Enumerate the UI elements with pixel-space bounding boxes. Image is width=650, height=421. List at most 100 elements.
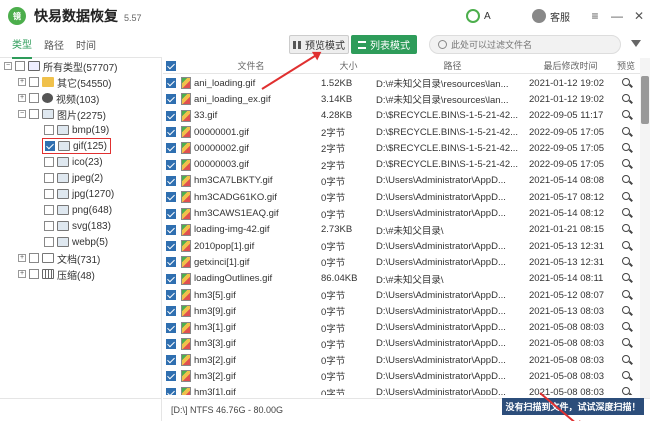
row-checkbox-cell[interactable]: [163, 355, 181, 366]
checkbox[interactable]: [44, 221, 54, 231]
tree-item-svg[interactable]: svg(183): [44, 218, 111, 234]
row-checkbox-cell[interactable]: [163, 192, 181, 203]
user-icon[interactable]: [466, 9, 480, 23]
close-icon[interactable]: ✕: [628, 9, 650, 23]
preview-button[interactable]: [612, 77, 640, 89]
checkbox[interactable]: [15, 61, 25, 71]
row-checkbox-cell[interactable]: [163, 241, 181, 252]
row-checkbox-cell[interactable]: [163, 224, 181, 235]
preview-button[interactable]: [612, 175, 640, 186]
scrollbar[interactable]: [640, 58, 650, 398]
row-checkbox-cell[interactable]: [163, 208, 181, 219]
checkbox[interactable]: [44, 173, 54, 183]
search-input[interactable]: [451, 39, 611, 50]
preview-button[interactable]: [612, 191, 640, 203]
collapse-icon[interactable]: −: [4, 62, 12, 70]
table-row[interactable]: hm3CAWS1EAQ.gif 0字节 D:\Users\Administrator…: [163, 205, 640, 221]
table-row[interactable]: loadingOutlines.gif 86.04KB D:\#未知父目录\ 2021…: [163, 271, 640, 287]
preview-button[interactable]: [612, 256, 640, 268]
table-row[interactable]: 00000001.gif 2字节 D:\$RECYCLE.BIN\S-1-5-21-…: [163, 124, 640, 140]
preview-button[interactable]: [612, 126, 640, 138]
row-checkbox-cell[interactable]: [163, 127, 181, 138]
row-checkbox-cell[interactable]: [163, 387, 181, 395]
table-row[interactable]: ani_loading_ex.gif 3.14KB D:\#未知父目录\resour…: [163, 91, 640, 107]
collapse-icon[interactable]: −: [18, 110, 26, 118]
preview-button[interactable]: [612, 142, 640, 154]
column-date[interactable]: 最后修改时间: [529, 59, 612, 72]
row-checkbox-cell[interactable]: [163, 257, 181, 268]
expand-icon[interactable]: +: [18, 254, 26, 262]
checkbox-checked[interactable]: [165, 290, 176, 300]
tree-item-other[interactable]: + 其它(54550): [18, 74, 111, 90]
select-all[interactable]: [163, 60, 181, 71]
row-checkbox-cell[interactable]: [163, 159, 181, 170]
checkbox-checked[interactable]: [165, 371, 176, 382]
checkbox[interactable]: [44, 125, 54, 135]
tab-type[interactable]: 类型: [12, 30, 32, 59]
checkbox[interactable]: [44, 237, 54, 247]
user-name[interactable]: A: [484, 11, 524, 22]
minimize-icon[interactable]: —: [606, 9, 628, 23]
preview-button[interactable]: [612, 208, 640, 219]
table-row[interactable]: getxinci[1].gif 0字节 D:\Users\Administrator…: [163, 254, 640, 270]
checkbox-checked[interactable]: [165, 306, 176, 317]
table-row[interactable]: hm3[1].gif 0字节 D:\Users\Administrator\AppD…: [163, 319, 640, 335]
table-row[interactable]: hm3CADG61KO.gif 0字节 D:\Users\Administrator…: [163, 189, 640, 205]
tree-item-archives[interactable]: + 压缩(48): [18, 266, 95, 282]
expand-icon[interactable]: +: [18, 78, 26, 86]
checkbox-checked[interactable]: [165, 322, 176, 333]
row-checkbox-cell[interactable]: [163, 78, 181, 89]
preview-button[interactable]: [612, 159, 640, 170]
table-row[interactable]: 00000003.gif 2字节 D:\$RECYCLE.BIN\S-1-5-21-…: [163, 156, 640, 172]
checkbox-checked[interactable]: [165, 110, 176, 121]
preview-button[interactable]: [612, 322, 640, 333]
tab-path[interactable]: 路径: [44, 31, 64, 58]
checkbox-checked[interactable]: [165, 60, 176, 71]
checkbox-checked[interactable]: [45, 141, 55, 151]
checkbox-checked[interactable]: [165, 143, 176, 154]
menu-icon[interactable]: ≡: [584, 9, 606, 23]
checkbox-checked[interactable]: [165, 175, 176, 186]
preview-button[interactable]: [612, 93, 640, 105]
checkbox[interactable]: [29, 269, 39, 279]
checkbox-checked[interactable]: [165, 387, 176, 395]
row-checkbox-cell[interactable]: [163, 175, 181, 186]
checkbox-checked[interactable]: [165, 192, 176, 203]
list-mode-button[interactable]: 列表模式: [351, 35, 417, 54]
checkbox[interactable]: [29, 109, 39, 119]
row-checkbox-cell[interactable]: [163, 110, 181, 121]
column-path[interactable]: 路径: [376, 59, 529, 72]
filter-icon[interactable]: [631, 40, 641, 47]
row-checkbox-cell[interactable]: [163, 338, 181, 349]
checkbox-checked[interactable]: [165, 127, 176, 138]
tree-item-docs[interactable]: + 文档(731): [18, 250, 100, 266]
preview-button[interactable]: [612, 289, 640, 301]
checkbox-checked[interactable]: [165, 257, 176, 268]
checkbox-checked[interactable]: [165, 208, 176, 219]
row-checkbox-cell[interactable]: [163, 322, 181, 333]
checkbox[interactable]: [44, 205, 54, 215]
tree-item-images[interactable]: − 图片(2275): [18, 106, 106, 122]
tree-item-gif[interactable]: gif(125): [42, 138, 111, 154]
expand-icon[interactable]: +: [18, 94, 26, 102]
preview-button[interactable]: [612, 240, 640, 252]
row-checkbox-cell[interactable]: [163, 94, 181, 105]
table-row[interactable]: hm3[9].gif 0字节 D:\Users\Administrator\AppD…: [163, 303, 640, 319]
checkbox-checked[interactable]: [165, 241, 176, 252]
expand-icon[interactable]: +: [18, 270, 26, 278]
deep-scan-button[interactable]: 没有扫描到文件，试试深度扫描！: [502, 398, 644, 415]
tree-item-video[interactable]: + 视频(103): [18, 90, 99, 106]
preview-button[interactable]: [612, 354, 640, 366]
table-row[interactable]: loading-img-42.gif 2.73KB D:\#未知父目录\ 2021-0…: [163, 222, 640, 238]
tree-item-all[interactable]: − 所有类型(57707): [4, 58, 117, 74]
checkbox[interactable]: [29, 93, 39, 103]
column-size[interactable]: 大小: [321, 59, 376, 72]
table-row[interactable]: 2010pop[1].gif 0字节 D:\Users\Administrator\…: [163, 238, 640, 254]
tree-item-jpg[interactable]: jpg(1270): [44, 186, 114, 202]
tab-time[interactable]: 时间: [76, 31, 96, 58]
table-row[interactable]: hm3[2].gif 0字节 D:\Users\Administrator\AppD…: [163, 368, 640, 384]
table-row[interactable]: hm3CA7LBKTY.gif 0字节 D:\Users\Administrator…: [163, 173, 640, 189]
customer-service-icon[interactable]: [532, 9, 546, 23]
tree-item-png[interactable]: png(648): [44, 202, 112, 218]
preview-button[interactable]: [612, 338, 640, 349]
